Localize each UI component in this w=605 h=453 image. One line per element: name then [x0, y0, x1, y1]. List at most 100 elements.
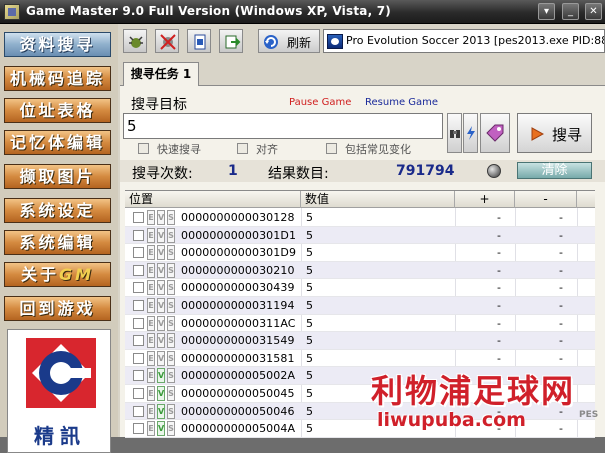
search-button[interactable]: 搜寻 — [517, 113, 592, 153]
row-flag-e[interactable]: E — [147, 333, 155, 349]
row-value[interactable]: 5 — [306, 332, 313, 349]
row-flag-s[interactable]: S — [167, 245, 175, 261]
search-type-button[interactable] — [447, 113, 462, 153]
bug-tool-button[interactable] — [123, 29, 147, 53]
row-flag-v[interactable]: V — [157, 315, 165, 331]
clear-button[interactable]: 清除 — [517, 162, 592, 179]
option-fast-search[interactable]: 快速搜寻 — [138, 141, 201, 157]
row-flag-e[interactable]: E — [147, 421, 155, 437]
sidebar-item-system-edit[interactable]: 系统编辑 — [4, 230, 111, 255]
sidebar-item-capture-image[interactable]: 撷取图片 — [4, 164, 111, 189]
row-flag-s[interactable]: S — [167, 280, 175, 296]
row-checkbox[interactable] — [133, 335, 144, 347]
close-button[interactable]: ✕ — [585, 3, 602, 20]
column-header-minus[interactable]: - — [515, 191, 577, 208]
row-value[interactable]: 5 — [306, 403, 313, 420]
row-flag-e[interactable]: E — [147, 403, 155, 419]
sidebar-item-return-to-game[interactable]: 回到游戏 — [4, 296, 111, 321]
pause-game-link[interactable]: Pause Game — [289, 97, 351, 108]
column-header-address[interactable]: 位置 — [125, 191, 301, 208]
table-row[interactable]: E V S 00000000000301D9 5 - - — [125, 244, 595, 262]
row-flag-s[interactable]: S — [167, 385, 175, 401]
row-flag-e[interactable]: E — [147, 262, 155, 278]
table-row[interactable]: E V S 0000000000030128 5 - - — [125, 209, 595, 227]
fast-search-button[interactable] — [463, 113, 478, 153]
option-common-variations[interactable]: 包括常见变化 — [326, 141, 411, 157]
row-flag-v[interactable]: V — [157, 227, 165, 243]
row-checkbox[interactable] — [133, 405, 144, 417]
table-row[interactable]: E V S 00000000000311AC 5 - - — [125, 315, 595, 333]
row-flag-v[interactable]: V — [157, 245, 165, 261]
sidebar-item-data-search[interactable]: 资料搜寻 — [4, 32, 111, 57]
align-checkbox[interactable] — [237, 143, 248, 154]
row-value[interactable]: 5 — [306, 297, 313, 314]
row-flag-e[interactable]: E — [147, 210, 155, 225]
row-checkbox[interactable] — [133, 264, 144, 276]
row-flag-v[interactable]: V — [157, 368, 165, 384]
table-row[interactable]: E V S 0000000000030210 5 - - — [125, 261, 595, 280]
title-bar[interactable]: Game Master 9.0 Full Version (Windows XP… — [0, 0, 605, 24]
row-value[interactable]: 5 — [306, 262, 313, 279]
column-header-value[interactable]: 数值 — [301, 191, 455, 208]
row-flag-e[interactable]: E — [147, 245, 155, 261]
fast-search-checkbox[interactable] — [138, 143, 149, 154]
row-checkbox[interactable] — [133, 229, 144, 241]
row-flag-v[interactable]: V — [157, 280, 165, 296]
row-value[interactable]: 5 — [306, 385, 313, 402]
row-checkbox[interactable] — [133, 317, 144, 329]
row-checkbox[interactable] — [133, 352, 144, 364]
row-flag-s[interactable]: S — [167, 210, 175, 225]
common-variations-checkbox[interactable] — [326, 143, 337, 154]
row-checkbox[interactable] — [133, 282, 144, 294]
row-flag-e[interactable]: E — [147, 368, 155, 384]
row-flag-s[interactable]: S — [167, 333, 175, 349]
row-value[interactable]: 5 — [306, 420, 313, 437]
row-value[interactable]: 5 — [306, 244, 313, 261]
row-flag-s[interactable]: S — [167, 421, 175, 437]
row-checkbox[interactable] — [133, 212, 144, 223]
minimize-icon-button[interactable]: _ — [562, 3, 579, 20]
option-align[interactable]: 对齐 — [237, 141, 278, 157]
row-value[interactable]: 5 — [306, 209, 313, 226]
row-flag-v[interactable]: V — [157, 262, 165, 278]
sidebar-item-about[interactable]: 关于GM — [4, 262, 111, 287]
column-header-plus[interactable]: + — [455, 191, 515, 208]
table-row[interactable]: E V S 0000000000030439 5 - - — [125, 279, 595, 297]
document-button[interactable] — [187, 29, 211, 53]
row-value[interactable]: 5 — [306, 350, 313, 367]
table-row[interactable]: E V S 0000000000031549 5 - - — [125, 332, 595, 350]
tag-button[interactable] — [480, 113, 510, 153]
row-flag-e[interactable]: E — [147, 315, 155, 331]
row-value[interactable]: 5 — [306, 227, 313, 244]
row-flag-v[interactable]: V — [157, 350, 165, 366]
row-checkbox[interactable] — [133, 370, 144, 382]
row-flag-v[interactable]: V — [157, 297, 165, 313]
row-flag-s[interactable]: S — [167, 403, 175, 419]
row-checkbox[interactable] — [133, 247, 144, 259]
row-value[interactable]: 5 — [306, 279, 313, 296]
row-flag-s[interactable]: S — [167, 227, 175, 243]
stop-bug-button[interactable] — [155, 29, 179, 53]
sidebar-item-code-trace[interactable]: 机械码追踪 — [4, 66, 111, 91]
row-flag-e[interactable]: E — [147, 385, 155, 401]
sidebar-item-system-settings[interactable]: 系统设定 — [4, 198, 111, 223]
export-button[interactable] — [219, 29, 243, 53]
row-value[interactable]: 5 — [306, 315, 313, 332]
tab-search-task-1[interactable]: 搜寻任务 1 — [123, 62, 199, 86]
row-checkbox[interactable] — [133, 387, 144, 399]
row-checkbox[interactable] — [133, 423, 144, 435]
row-flag-e[interactable]: E — [147, 350, 155, 366]
row-flag-s[interactable]: S — [167, 297, 175, 313]
table-row[interactable]: E V S 0000000000031194 5 - - — [125, 296, 595, 315]
row-flag-s[interactable]: S — [167, 368, 175, 384]
process-selector[interactable]: Pro Evolution Soccer 2013 [pes2013.exe P… — [323, 29, 605, 53]
row-flag-v[interactable]: V — [157, 403, 165, 419]
minimize-button[interactable]: ▾ — [538, 3, 555, 20]
sidebar-item-memory-edit[interactable]: 记忆体编辑 — [4, 130, 111, 155]
refresh-button[interactable]: 刷新 — [258, 29, 320, 53]
sidebar-item-address-table[interactable]: 位址表格 — [4, 98, 111, 123]
row-value[interactable]: 5 — [306, 367, 313, 384]
row-checkbox[interactable] — [133, 299, 144, 311]
search-value-input[interactable] — [123, 113, 443, 139]
row-flag-e[interactable]: E — [147, 227, 155, 243]
